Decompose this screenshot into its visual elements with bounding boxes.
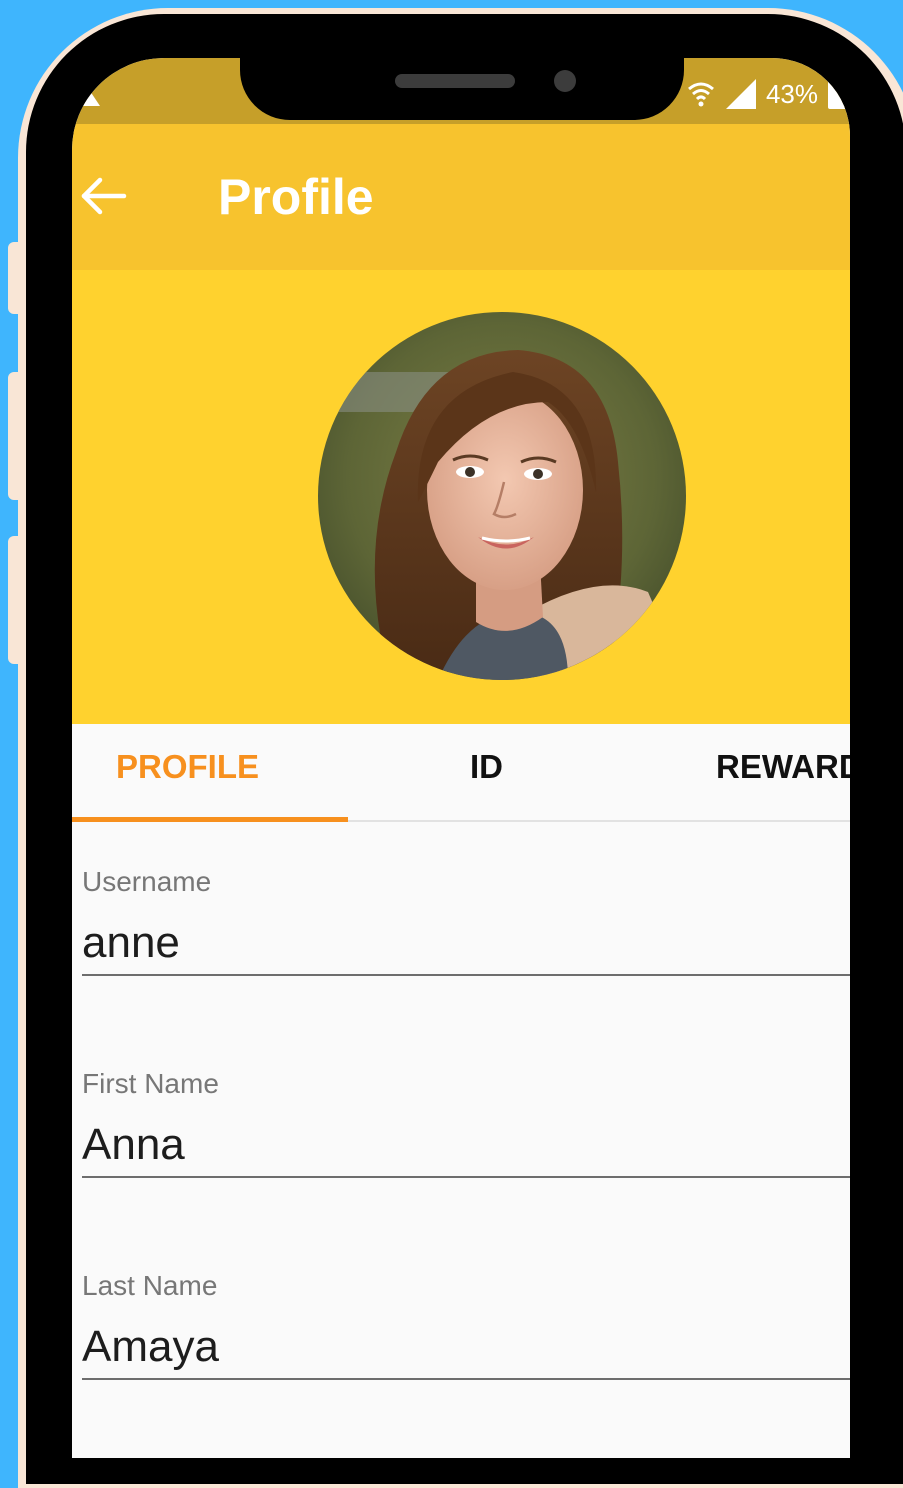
first-name-field: First Name — [82, 1068, 850, 1178]
tab-indicator — [72, 817, 348, 822]
signal-icon — [725, 79, 756, 109]
phone-side-button — [8, 536, 24, 664]
tab-profile[interactable]: PROFILE — [116, 748, 259, 786]
arrow-left-icon[interactable] — [78, 174, 128, 218]
username-field: Username — [82, 866, 850, 976]
last-name-field: Last Name — [82, 1270, 850, 1380]
camera-icon — [554, 70, 576, 92]
last-name-label: Last Name — [82, 1270, 218, 1301]
phone-side-button — [8, 372, 24, 500]
wifi-icon — [687, 82, 714, 107]
phone-side-button — [8, 242, 24, 314]
app-bar: Profile — [72, 124, 850, 270]
tab-bar: PROFILE ID REWARD — [72, 724, 850, 822]
phone-screen: 43% Profile PROFILE ID REWARD Username a… — [72, 58, 850, 1458]
username-label: Username — [82, 866, 212, 897]
speaker-grille — [395, 74, 515, 88]
tab-reward[interactable]: REWARD — [716, 748, 850, 786]
phone-notch — [240, 58, 684, 120]
avatar — [318, 312, 686, 680]
profile-header — [72, 270, 850, 724]
battery-icon — [828, 79, 850, 109]
username-input[interactable] — [82, 918, 850, 976]
notification-triangle-icon — [76, 88, 100, 106]
first-name-input[interactable] — [82, 1120, 850, 1178]
tab-id[interactable]: ID — [470, 748, 503, 786]
status-icons: 43% — [686, 76, 850, 112]
battery-percent: 43% — [765, 78, 818, 109]
page-title: Profile — [218, 169, 374, 225]
last-name-input[interactable] — [82, 1322, 850, 1380]
first-name-label: First Name — [82, 1068, 219, 1099]
